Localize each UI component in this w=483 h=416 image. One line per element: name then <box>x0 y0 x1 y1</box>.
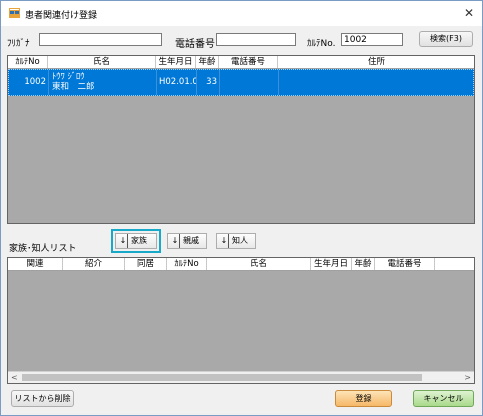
scroll-left-icon[interactable]: < <box>11 372 18 383</box>
close-icon[interactable]: ✕ <box>464 6 474 20</box>
cell-karte-no: 1002 <box>9 70 49 95</box>
acquaintance-button-label: 知人 <box>232 236 248 245</box>
app-window: 患者関連付け登録 ✕ ﾌﾘｶﾞﾅ 電話番号 ｶﾙﾃNo. 1002 検索(F3)… <box>0 0 483 416</box>
col-age[interactable]: 年齢 <box>352 258 375 270</box>
family-button-label: 家族 <box>131 236 147 245</box>
search-button[interactable]: 検索(F3) <box>419 31 473 47</box>
col-phone[interactable]: 電話番号 <box>219 56 278 68</box>
col-address[interactable]: 住所 <box>278 56 474 68</box>
phone-label: 電話番号 <box>175 39 215 50</box>
col-introduction[interactable]: 紹介 <box>63 258 125 270</box>
relation-grid: 関連 紹介 同居 ｶﾙﾃNo 氏名 生年月日 年齢 電話番号 < > <box>7 257 475 384</box>
arrow-down-icon: ↓ <box>119 234 128 248</box>
arrow-down-icon: ↓ <box>220 234 229 248</box>
cell-name-kana: ﾄｳﾜ ｼﾞﾛｳ <box>52 72 85 82</box>
window-title: 患者関連付け登録 <box>25 11 98 21</box>
arrow-down-icon: ↓ <box>171 234 180 248</box>
acquaintance-button[interactable]: ↓ 知人 <box>216 233 256 249</box>
col-relation[interactable]: 関連 <box>8 258 63 270</box>
family-button[interactable]: ↓ 家族 <box>115 233 157 249</box>
furigana-input[interactable] <box>39 33 162 46</box>
family-list-label: 家族･知人リスト <box>9 244 77 254</box>
cell-phone <box>220 70 279 95</box>
patient-grid-header: ｶﾙﾃNo 氏名 生年月日 年齢 電話番号 住所 <box>8 56 474 69</box>
col-karte-no[interactable]: ｶﾙﾃNo <box>167 258 207 270</box>
cell-name: ﾄｳﾜ ｼﾞﾛｳ 東和 二郎 <box>49 70 157 95</box>
karte-label: ｶﾙﾃNo. <box>307 39 336 49</box>
cell-name-kanji: 東和 二郎 <box>52 82 95 92</box>
col-name[interactable]: 氏名 <box>48 56 156 68</box>
scroll-thumb[interactable] <box>22 374 422 381</box>
relative-button[interactable]: ↓ 親戚 <box>167 233 207 249</box>
relative-button-label: 親戚 <box>183 236 199 245</box>
app-icon <box>9 8 20 18</box>
cell-address <box>279 70 474 95</box>
patient-grid: ｶﾙﾃNo 氏名 生年月日 年齢 電話番号 住所 1002 ﾄｳﾜ ｼﾞﾛｳ 東… <box>7 55 475 224</box>
col-birth[interactable]: 生年月日 <box>156 56 196 68</box>
cell-birth: H02.01.0 <box>157 70 197 95</box>
furigana-label: ﾌﾘｶﾞﾅ <box>7 39 30 49</box>
scroll-right-icon[interactable]: > <box>464 372 471 383</box>
title-bar: 患者関連付け登録 ✕ <box>1 1 482 26</box>
col-karte-no[interactable]: ｶﾙﾃNo <box>8 56 48 68</box>
col-cohabit[interactable]: 同居 <box>125 258 167 270</box>
register-button[interactable]: 登録 <box>335 390 392 407</box>
cancel-button[interactable]: キャンセル <box>413 390 474 407</box>
phone-input[interactable] <box>216 33 296 46</box>
relation-grid-header: 関連 紹介 同居 ｶﾙﾃNo 氏名 生年月日 年齢 電話番号 <box>8 258 474 271</box>
col-blank <box>435 258 474 270</box>
table-row[interactable]: 1002 ﾄｳﾜ ｼﾞﾛｳ 東和 二郎 H02.01.0 33 <box>8 69 474 96</box>
delete-from-list-button[interactable]: リストから削除 <box>11 390 74 407</box>
col-age[interactable]: 年齢 <box>196 56 219 68</box>
col-name[interactable]: 氏名 <box>207 258 311 270</box>
col-phone[interactable]: 電話番号 <box>375 258 435 270</box>
karte-input[interactable]: 1002 <box>341 33 403 46</box>
cell-age: 33 <box>197 70 220 95</box>
horizontal-scrollbar[interactable]: < > <box>8 371 474 383</box>
col-birth[interactable]: 生年月日 <box>311 258 352 270</box>
